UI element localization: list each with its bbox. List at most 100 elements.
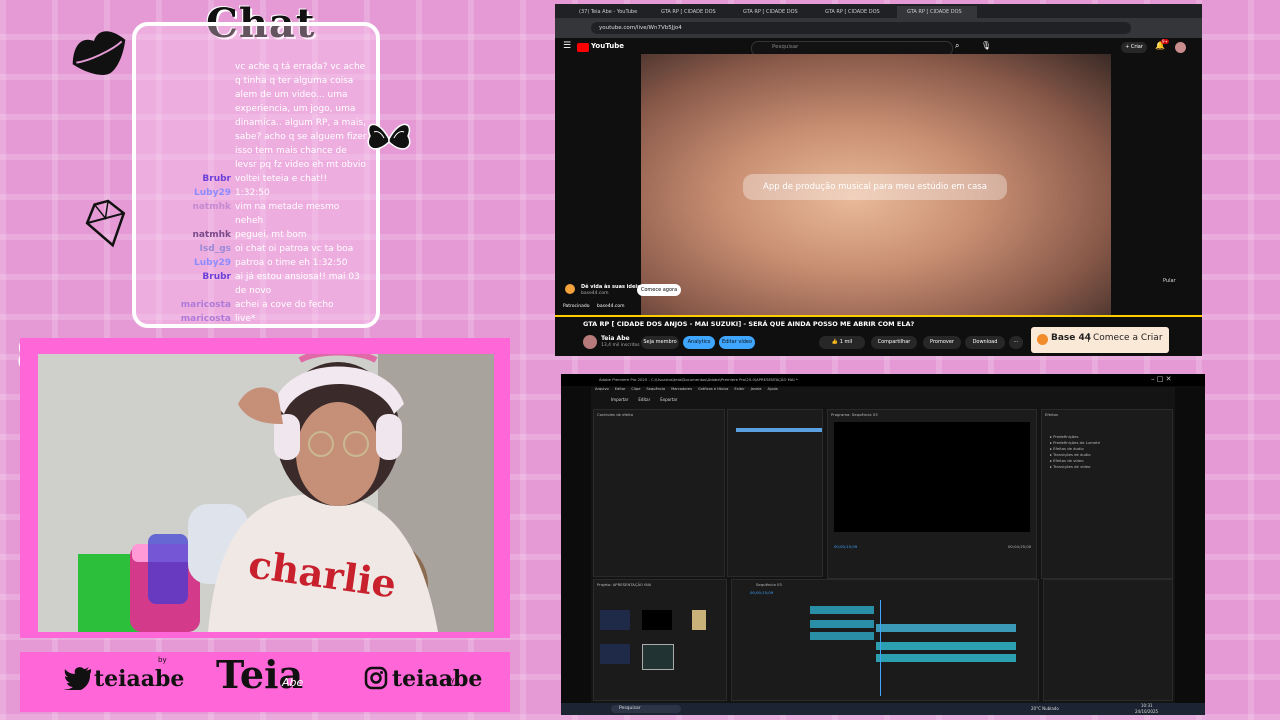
share-button[interactable]: Compartilhar bbox=[871, 336, 917, 349]
chat-message: vc ache q tá errada? vc ache q tinha q t… bbox=[136, 60, 376, 172]
effects-panel[interactable]: Efeitos ▸ Predefinições ▸ Predefinições d… bbox=[1041, 409, 1173, 579]
chat-username: Brubr bbox=[202, 272, 231, 282]
ad-logo bbox=[565, 284, 575, 294]
menu-item[interactable]: Exibir bbox=[734, 387, 744, 391]
chat-username: Brubr bbox=[202, 174, 231, 184]
base44-banner[interactable]: Base 44 | Comece a Criar bbox=[1031, 327, 1169, 353]
menu-item[interactable]: Marcadores bbox=[671, 387, 692, 391]
browser-tab[interactable]: GTA RP [ CIDADE DOS ANJOS bbox=[733, 6, 813, 27]
chat-username bbox=[136, 60, 235, 172]
windows-taskbar: Pesquisar 20°C Nublado 10:31 24/10/2025 bbox=[561, 703, 1205, 715]
browser-tab[interactable]: GTA RP [ CIDADE DOS ANJOS - MAI bbox=[651, 6, 731, 27]
youtube-logo[interactable]: YouTube bbox=[591, 42, 624, 50]
teia-logo-sub: Abe bbox=[282, 676, 304, 689]
sponsored-site[interactable]: base44.com bbox=[597, 304, 625, 309]
menu-item[interactable]: Janela bbox=[751, 387, 762, 391]
chat-box: vc ache q tá errada? vc ache q tinha q t… bbox=[132, 22, 380, 328]
mode-tab[interactable]: Editar bbox=[638, 397, 650, 402]
instagram-icon bbox=[364, 666, 388, 690]
source-timeline-panel[interactable] bbox=[727, 409, 823, 577]
premiere-menu: Arquivo Editar Clipe Sequência Marcadores Grá… bbox=[595, 387, 784, 395]
taskbar-search[interactable]: Pesquisar bbox=[611, 705, 681, 713]
lips-icon bbox=[72, 31, 126, 75]
chat-message: Brubr ai já estou ansiosa!! mai 03 de nov… bbox=[136, 270, 376, 298]
chat-username: natmhk bbox=[192, 230, 231, 240]
chat-username: maricosta bbox=[180, 300, 231, 310]
edit-video-button[interactable]: Editar vídeo bbox=[719, 336, 755, 349]
chat-message: Isd_gs oi chat oi patroa vc ta boa bbox=[136, 242, 376, 256]
chat-text: peguei, mt bom bbox=[235, 230, 307, 240]
butterfly-icon bbox=[367, 123, 411, 150]
channel-name[interactable]: Teia Abe bbox=[601, 335, 630, 342]
premiere-titlebar: Adobe Premiere Pro 2025 - C:\Usuarios\te… bbox=[561, 374, 1205, 386]
analytics-button[interactable]: Analytics bbox=[683, 336, 715, 349]
chat-text: achei a cove do fecho bbox=[235, 300, 334, 310]
twitter-icon bbox=[64, 667, 91, 690]
ad-brand-sub: base44.com bbox=[581, 291, 609, 296]
url-field[interactable]: youtube.com/live/Wn7Vb5Jjo4 bbox=[591, 22, 1131, 34]
chat-message: Luby29 1:32:50 bbox=[136, 186, 376, 200]
youtube-logo-icon bbox=[577, 43, 589, 52]
properties-panel[interactable] bbox=[1043, 579, 1173, 701]
menu-item[interactable]: Sequência bbox=[646, 387, 665, 391]
menu-item[interactable]: Editar bbox=[615, 387, 626, 391]
chat-text: vim na metade mesmo neheh bbox=[235, 202, 340, 226]
sponsored-label: Patrocinado bbox=[563, 304, 590, 309]
menu-item[interactable]: Gráficos e títulos bbox=[698, 387, 728, 391]
ad-cta-button[interactable]: Comece agora bbox=[637, 284, 681, 296]
by-label: by bbox=[446, 676, 455, 684]
search-icon[interactable]: ⌕ bbox=[955, 41, 959, 51]
mode-tab[interactable]: Exportar bbox=[660, 397, 677, 402]
weather-widget[interactable]: 20°C Nublado bbox=[1031, 706, 1059, 711]
window-controls[interactable]: – □ ✕ bbox=[1151, 375, 1171, 383]
chat-message: Luby29 patroa o time eh 1:32:50 bbox=[136, 256, 376, 270]
chat-text: oi chat oi patroa vc ta boa bbox=[235, 244, 354, 254]
channel-avatar[interactable] bbox=[583, 335, 597, 349]
effect-controls-panel[interactable]: Controles de efeito bbox=[593, 409, 725, 577]
menu-item[interactable]: Arquivo bbox=[595, 387, 609, 391]
mic-icon[interactable]: 🎙 bbox=[981, 41, 991, 50]
avatar[interactable] bbox=[1175, 42, 1186, 53]
program-preview bbox=[834, 422, 1030, 532]
browser-tab[interactable]: GTA RP [ CIDADE DOS ANJOS bbox=[897, 6, 977, 27]
chat-message: natmhk vim na metade mesmo neheh bbox=[136, 200, 376, 228]
chat-text: live* bbox=[235, 314, 256, 324]
date[interactable]: 24/10/2025 bbox=[1135, 709, 1158, 714]
chat-username: natmhk bbox=[192, 202, 231, 212]
project-panel[interactable]: Projeto: APRESENTAÇÃO MAI bbox=[593, 579, 727, 701]
chat-username: Luby29 bbox=[194, 188, 231, 198]
notification-count: 9+ bbox=[1161, 39, 1169, 44]
chat-list: vc ache q tá errada? vc ache q tinha q t… bbox=[136, 60, 376, 324]
chat-message: natmhk peguei, mt bom bbox=[136, 228, 376, 242]
social-bar: teiaabe by Teia Abe teiaabe by bbox=[20, 652, 510, 712]
skip-button[interactable]: Pular bbox=[1163, 278, 1176, 284]
menu-icon[interactable]: ☰ bbox=[563, 41, 571, 51]
menu-item[interactable]: Clipe bbox=[631, 387, 640, 391]
premiere-mode-tabs: Importar Editar Exportar bbox=[611, 397, 687, 405]
chat-username: Luby29 bbox=[194, 258, 231, 268]
clock[interactable]: 10:31 bbox=[1141, 703, 1153, 708]
mode-tab[interactable]: Importar bbox=[611, 397, 628, 402]
chat-text: voltei teteia e chat!! bbox=[235, 174, 328, 184]
webcam-feed: charlie bbox=[38, 354, 494, 632]
timeline-panel[interactable]: Sequência 03 00;00;15;09 bbox=[731, 579, 1039, 701]
program-monitor-panel[interactable]: Programa: Sequência 03 00;00;15;09 00;04… bbox=[827, 409, 1037, 579]
ad-overlay-text: App de produção musical para meu estúdio… bbox=[743, 174, 1007, 200]
join-button[interactable]: Seja membro bbox=[641, 336, 679, 349]
current-timecode: 00;00;15;09 bbox=[834, 544, 858, 549]
effects-folder[interactable]: ▸ Transições de vídeo bbox=[1050, 464, 1100, 470]
browser-tab[interactable]: GTA RP [ CIDADE DOS ANJOS bbox=[815, 6, 895, 27]
create-button[interactable]: + Criar bbox=[1121, 42, 1147, 53]
browser-tabs: (37) Teia Abe - YouTube GTA RP [ CIDADE D… bbox=[555, 4, 1202, 27]
like-button[interactable]: 👍 1 mil bbox=[819, 336, 865, 349]
ad-brand: Dê vida às suas ideias bbox=[581, 284, 644, 290]
playhead[interactable] bbox=[880, 600, 881, 696]
premiere-workspace: Arquivo Editar Clipe Sequência Marcadores Grá… bbox=[591, 387, 1175, 703]
chat-text: ai já estou ansiosa!! mai 03 de novo bbox=[235, 272, 360, 296]
browser-tab[interactable]: (37) Teia Abe - YouTube bbox=[569, 6, 649, 18]
more-icon[interactable]: ⋯ bbox=[1009, 336, 1023, 349]
chat-text: patroa o time eh 1:32:50 bbox=[235, 258, 348, 268]
promote-button[interactable]: Promover bbox=[923, 336, 961, 349]
download-button[interactable]: Download bbox=[965, 336, 1005, 349]
menu-item[interactable]: Ajuda bbox=[768, 387, 778, 391]
